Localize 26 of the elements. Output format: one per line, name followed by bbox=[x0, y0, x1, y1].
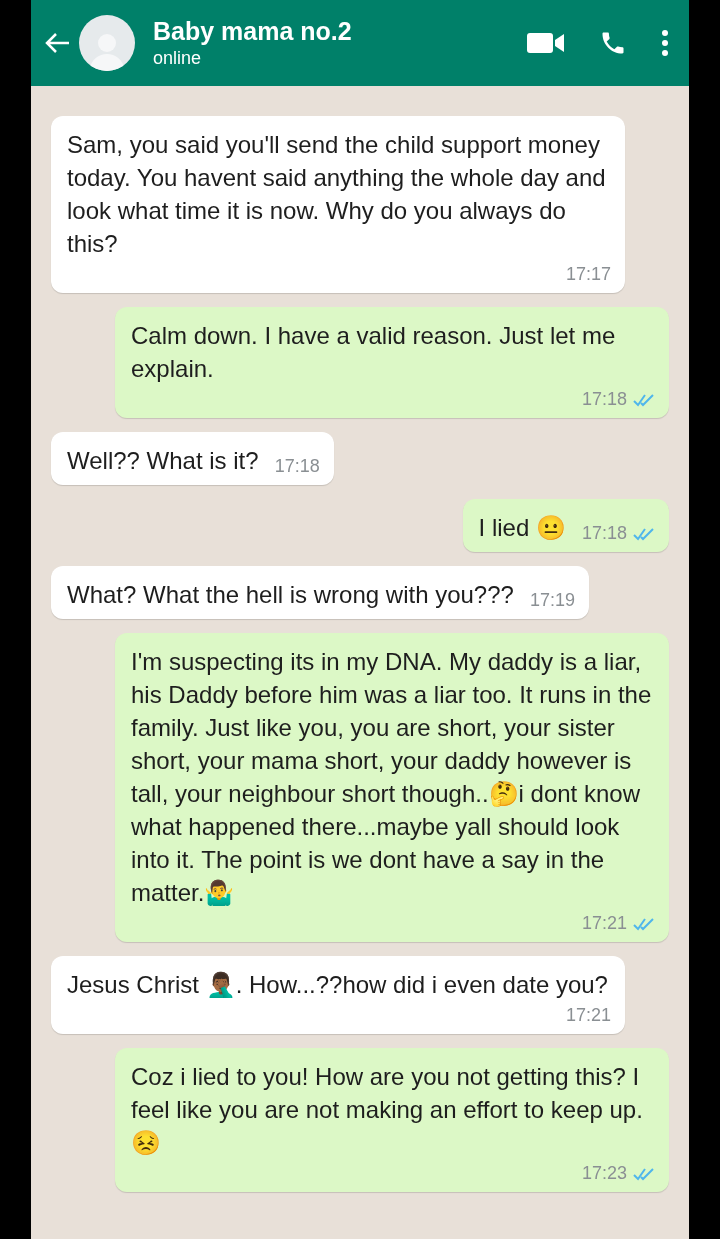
avatar[interactable] bbox=[79, 15, 135, 71]
video-camera-icon[interactable] bbox=[527, 31, 565, 55]
message-text: Well?? What is it? bbox=[67, 446, 259, 476]
contact-status: online bbox=[153, 48, 203, 69]
message-text: Calm down. I have a valid reason. Just let me explain. bbox=[131, 321, 617, 384]
contact-name: Baby mama no.2 bbox=[153, 17, 353, 46]
message-text: Sam, you said you'll send the child support money today. You havent said anything the whole day and look what time it is now. Why do you always do this? bbox=[67, 130, 607, 259]
message-time: 17:23 bbox=[581, 1163, 627, 1184]
message-text: I'm suspecting its in my DNA. My daddy is a liar, his Daddy before him was a liar too. It runs in the family. Just like you, you are short, your sister short, your mama short, your daddy however is tall, your neighbour short though..🤔i dont know what happened there...maybe yall should look into it. The point is we dont have a say in the matter.🤷‍♂ bbox=[131, 647, 653, 908]
message-time: 17:17 bbox=[565, 264, 611, 285]
message-text: What? What the hell is wrong with you??? bbox=[67, 580, 514, 610]
message-time: 17:21 bbox=[565, 1005, 611, 1026]
message-time: 17:21 bbox=[581, 913, 627, 934]
message-text: Coz i lied to you! How are you not getting this? I feel like you are not making an effort to keep up.😣 bbox=[131, 1062, 644, 1158]
menu-icon[interactable] bbox=[661, 29, 669, 57]
read-ticks-icon bbox=[633, 392, 655, 407]
message-time: 17:18 bbox=[581, 389, 627, 410]
message-time: 17:18 bbox=[581, 523, 627, 544]
message-time: 17:18 bbox=[274, 456, 320, 477]
read-ticks-icon bbox=[633, 916, 655, 931]
read-ticks-icon bbox=[633, 526, 655, 541]
message-text: Jesus Christ 🤦🏾‍♂. How...??how did i even date you? bbox=[67, 970, 608, 1000]
read-ticks-icon bbox=[633, 1166, 655, 1181]
back-arrow-icon[interactable] bbox=[45, 32, 71, 54]
message-time: 17:19 bbox=[529, 590, 575, 611]
message-text: I lied 😐 bbox=[478, 513, 566, 543]
